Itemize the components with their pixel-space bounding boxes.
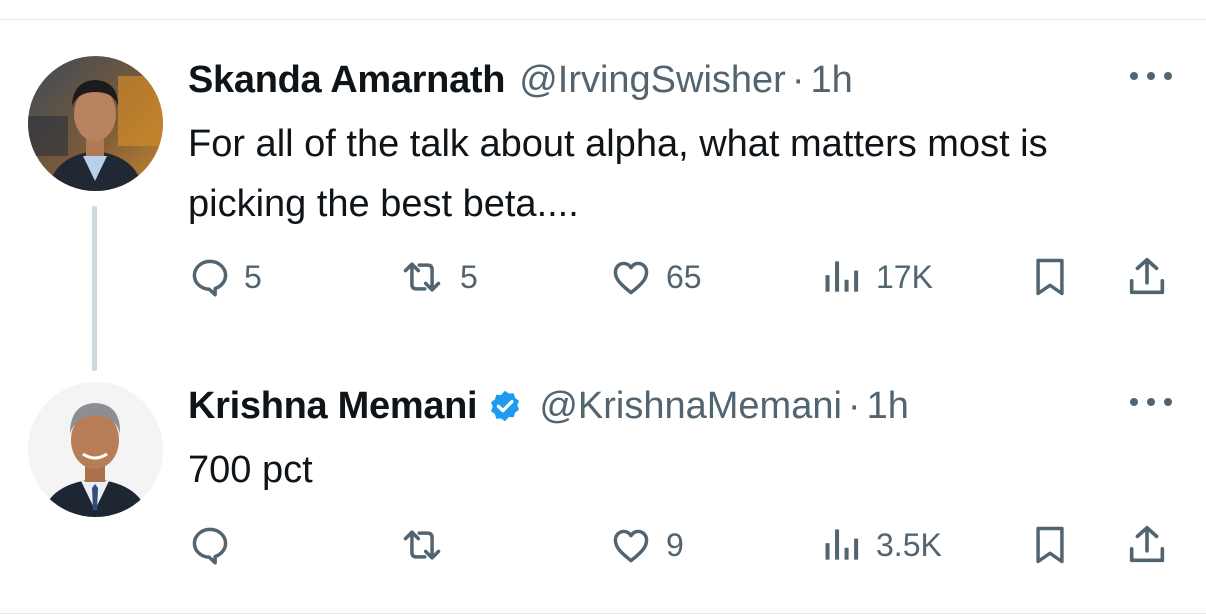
tweet[interactable]: Krishna Memani @KrishnaMemani · 1h 700 p… [0,382,1206,612]
reply-button[interactable]: 5 [188,252,262,302]
author-handle[interactable]: @IrvingSwisher [519,59,786,102]
like-icon [613,529,649,563]
verified-icon [491,390,520,422]
share-button[interactable] [1124,252,1170,302]
bookmark-icon [1036,258,1064,296]
bottom-divider [0,613,1206,614]
share-icon [1129,257,1165,295]
repost-button[interactable] [396,520,460,570]
views-button[interactable]: 17K [820,252,933,302]
reply-icon [192,259,228,297]
tweet-header: Skanda Amarnath @IrvingSwisher · 1h [188,58,853,102]
views-icon [825,261,859,292]
view-count: 17K [876,258,933,295]
repost-count: 5 [460,258,478,295]
reply-button[interactable] [188,520,244,570]
repost-button[interactable]: 5 [396,252,478,302]
avatar[interactable] [28,56,163,191]
views-button[interactable]: 3.5K [820,520,942,570]
author-name[interactable]: Skanda Amarnath [188,59,505,102]
reply-icon [192,527,228,565]
thread-line [92,206,97,371]
tweet-text: 700 pct [188,449,313,491]
views-icon [825,529,859,560]
like-count: 9 [666,526,684,563]
like-icon [613,261,649,295]
separator-dot: · [791,58,805,101]
share-button[interactable] [1124,520,1170,570]
tweet-text: For all of the talk about alpha, what ma… [188,123,1048,225]
top-divider [0,19,1206,20]
more-button[interactable] [1126,66,1176,86]
share-icon [1129,525,1165,563]
tweet-header: Krishna Memani @KrishnaMemani · 1h [188,384,909,428]
repost-icon [403,530,441,560]
more-icon [1130,398,1172,406]
author-name[interactable]: Krishna Memani [188,385,478,428]
like-button[interactable]: 9 [608,520,684,570]
bookmark-button[interactable] [1028,252,1072,302]
repost-icon [403,262,441,292]
bookmark-button[interactable] [1028,520,1072,570]
like-button[interactable]: 65 [608,252,702,302]
tweet[interactable]: Skanda Amarnath @IrvingSwisher · 1h For … [0,56,1206,371]
like-count: 65 [666,258,702,295]
view-count: 3.5K [876,526,942,563]
timestamp[interactable]: 1h [811,59,853,102]
bookmark-icon [1036,526,1064,564]
timestamp[interactable]: 1h [867,385,909,428]
more-icon [1130,72,1172,80]
action-bar: 9 3.5K [188,520,1178,570]
avatar[interactable] [28,382,163,517]
reply-count: 5 [244,258,262,295]
separator-dot: · [847,384,861,427]
more-button[interactable] [1126,392,1176,412]
author-handle[interactable]: @KrishnaMemani [539,385,842,428]
action-bar: 5 5 65 17K [188,252,1178,302]
